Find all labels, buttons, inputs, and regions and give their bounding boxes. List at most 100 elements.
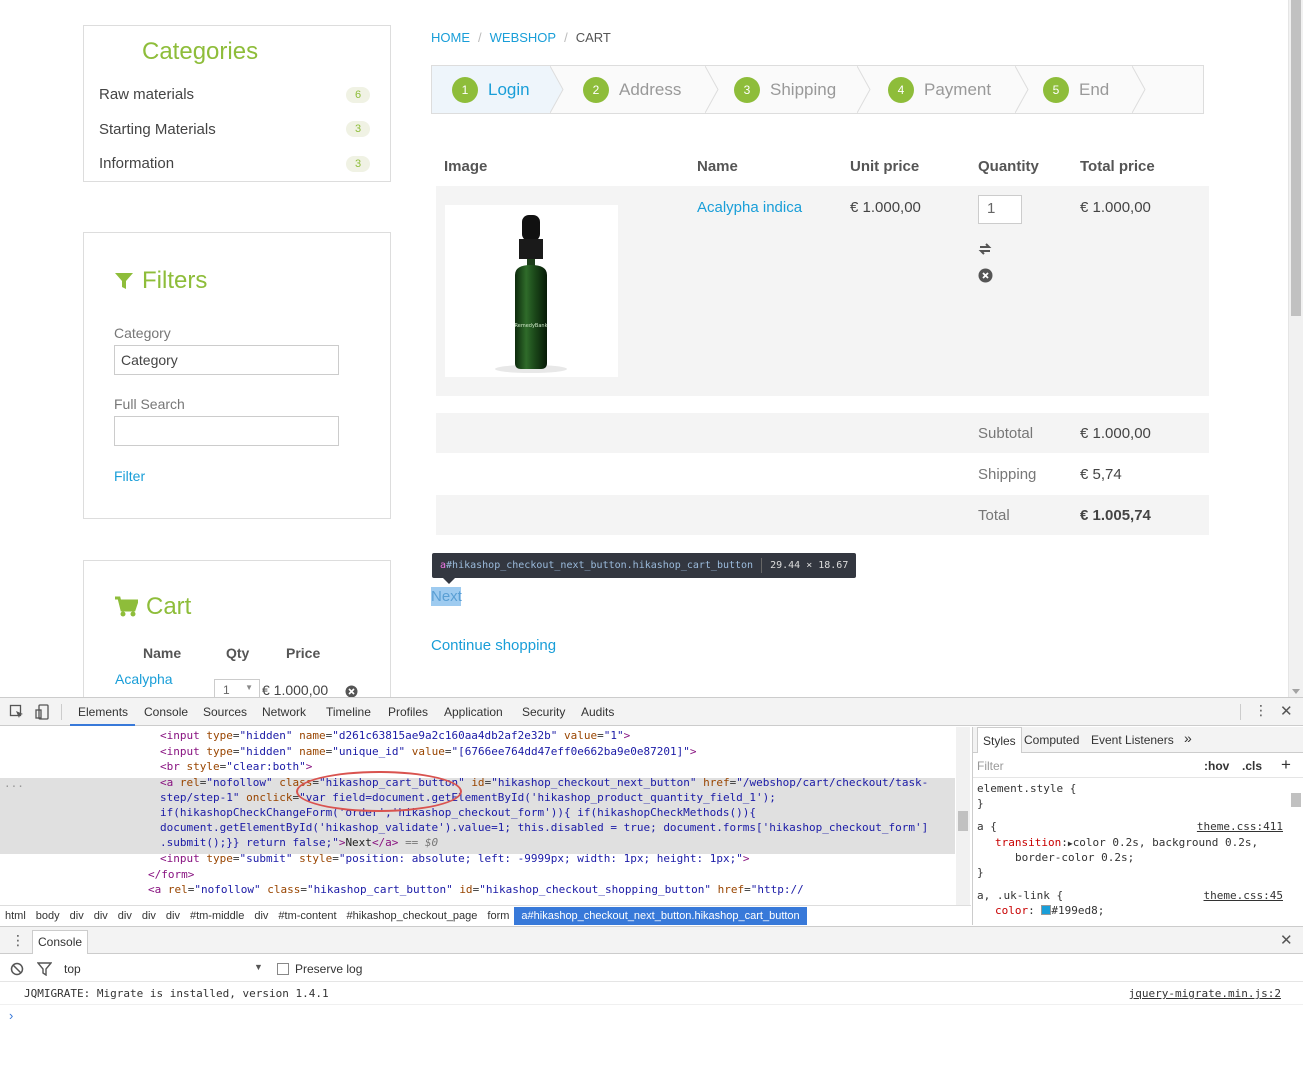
context-dropdown-icon[interactable]: ▼: [254, 962, 263, 972]
device-toolbar-icon[interactable]: [35, 704, 51, 720]
cart-item-name[interactable]: Acalypha: [115, 671, 173, 687]
preserve-log-label: Preserve log: [295, 962, 363, 976]
category-information[interactable]: Information: [99, 155, 174, 172]
console-prompt-icon[interactable]: ›: [9, 1008, 13, 1023]
more-tabs-icon[interactable]: »: [1184, 730, 1192, 746]
scrollbar-thumb[interactable]: [958, 811, 968, 831]
code-line-input-hidden[interactable]: <input type="hidden" name="d261c63815ae9…: [160, 729, 630, 742]
cart-item-qty-select[interactable]: 1 ▼: [214, 679, 260, 697]
crumb-checkout-page[interactable]: #hikashop_checkout_page: [342, 910, 483, 922]
step-address[interactable]: 2 Address: [583, 66, 681, 113]
console-drawer-tab[interactable]: Console: [32, 930, 89, 954]
breadcrumb-home[interactable]: HOME: [431, 30, 470, 45]
scrollbar-thumb[interactable]: [1291, 793, 1301, 807]
tab-audits[interactable]: Audits: [581, 705, 614, 719]
step-number: 4: [888, 76, 914, 103]
scroll-down-arrow-icon[interactable]: [1292, 689, 1300, 694]
active-tab-indicator: [70, 724, 135, 726]
clear-console-icon[interactable]: [10, 962, 24, 976]
code-line-onclick-4[interactable]: .submit();}} return false;">Next</a> == …: [160, 836, 438, 849]
continue-shopping-link[interactable]: Continue shopping: [431, 637, 556, 654]
add-rule-icon[interactable]: +: [1281, 755, 1291, 775]
styles-scrollbar[interactable]: [1291, 783, 1301, 923]
crumb-tm-middle[interactable]: #tm-middle: [185, 910, 249, 922]
filter-funnel-icon[interactable]: [37, 962, 52, 976]
crumb-div[interactable]: div: [161, 910, 185, 922]
full-search-input[interactable]: [114, 416, 339, 446]
elements-tree[interactable]: ··· <input type="hidden" name="d261c6381…: [0, 727, 971, 905]
elements-scrollbar[interactable]: [956, 727, 970, 905]
product-image[interactable]: RemedyBank: [445, 205, 618, 377]
tab-console[interactable]: Console: [144, 705, 188, 719]
crumb-div[interactable]: div: [89, 910, 113, 922]
transition-declaration[interactable]: transition:▶color 0.2s, background 0.2s,: [995, 836, 1258, 849]
tab-styles[interactable]: Styles: [977, 727, 1022, 753]
tab-event-listeners[interactable]: Event Listeners: [1091, 733, 1174, 747]
close-devtools-icon[interactable]: ✕: [1280, 702, 1293, 720]
preserve-log-checkbox[interactable]: [277, 963, 289, 975]
cls-toggle[interactable]: .cls: [1242, 759, 1262, 773]
theme-css-411-link[interactable]: theme.css:411: [1197, 820, 1283, 833]
step-end[interactable]: 5 End: [1043, 66, 1109, 113]
product-name-link[interactable]: Acalypha indica: [697, 199, 802, 216]
crumb-div[interactable]: div: [249, 910, 273, 922]
page-scrollbar[interactable]: [1288, 0, 1303, 697]
remove-icon[interactable]: [345, 685, 358, 697]
code-line-input-unique-id[interactable]: <input type="hidden" name="unique_id" va…: [160, 745, 697, 758]
tab-sources[interactable]: Sources: [203, 705, 247, 719]
category-filter-select[interactable]: Category: [114, 345, 339, 375]
crumb-div[interactable]: div: [65, 910, 89, 922]
scrollbar-thumb[interactable]: [1291, 0, 1301, 316]
tab-elements[interactable]: Elements: [78, 705, 128, 719]
code-line-br[interactable]: <br style="clear:both">: [160, 760, 312, 773]
category-starting-materials[interactable]: Starting Materials: [99, 121, 216, 138]
color-declaration[interactable]: color: #199ed8;: [995, 904, 1104, 917]
tab-timeline[interactable]: Timeline: [326, 705, 371, 719]
theme-css-45-link[interactable]: theme.css:45: [1204, 889, 1283, 902]
styles-filter-input[interactable]: Filter: [977, 759, 1004, 773]
crumb-form[interactable]: form: [482, 910, 514, 922]
code-line-selected-a[interactable]: <a rel="nofollow" class="hikashop_cart_b…: [160, 776, 928, 789]
crumb-body[interactable]: body: [31, 910, 65, 922]
filter-link[interactable]: Filter: [114, 468, 145, 484]
code-line-onclick-3[interactable]: document.getElementById('hikashop_valida…: [160, 821, 928, 834]
code-line-onclick-2[interactable]: if(hikashopCheckChangeForm('order','hika…: [160, 806, 756, 819]
quantity-input[interactable]: 1: [978, 195, 1022, 224]
code-line-onclick-1[interactable]: step/step-1" onclick="var field=document…: [160, 791, 776, 804]
breadcrumb-webshop[interactable]: WEBSHOP: [490, 30, 556, 45]
code-line-input-submit[interactable]: <input type="submit" style="position: ab…: [160, 852, 749, 865]
close-drawer-icon[interactable]: ✕: [1280, 931, 1293, 949]
element-style-rule[interactable]: element.style {: [977, 782, 1076, 795]
tab-network[interactable]: Network: [262, 705, 306, 719]
context-select[interactable]: top: [64, 962, 81, 976]
toolbar-divider: [1240, 704, 1241, 720]
tab-computed[interactable]: Computed: [1024, 733, 1079, 747]
drawer-menu-icon[interactable]: ⋮: [11, 932, 25, 949]
a-rule-selector[interactable]: a {: [977, 820, 997, 833]
node-ellipsis[interactable]: ···: [4, 780, 24, 793]
crumb-div[interactable]: div: [137, 910, 161, 922]
tab-security[interactable]: Security: [522, 705, 565, 719]
step-login[interactable]: 1 Login: [452, 66, 530, 113]
next-button[interactable]: Next: [431, 587, 462, 606]
tab-profiles[interactable]: Profiles: [388, 705, 428, 719]
crumb-selected-anchor[interactable]: a#hikashop_checkout_next_button.hikashop…: [514, 906, 807, 925]
crumb-tm-content[interactable]: #tm-content: [273, 910, 341, 922]
category-raw-materials[interactable]: Raw materials: [99, 86, 194, 103]
step-payment[interactable]: 4 Payment: [888, 66, 991, 113]
code-line-form-close[interactable]: </form>: [148, 868, 194, 881]
subtotal-value: € 1.000,00: [1080, 425, 1151, 442]
remove-item-icon[interactable]: [978, 268, 993, 283]
more-options-icon[interactable]: ⋮: [1254, 702, 1268, 719]
hov-toggle[interactable]: :hov: [1204, 759, 1229, 773]
color-swatch[interactable]: [1041, 905, 1052, 915]
crumb-div[interactable]: div: [113, 910, 137, 922]
crumb-html[interactable]: html: [0, 910, 31, 922]
code-line-shopping-a[interactable]: <a rel="nofollow" class="hikashop_cart_b…: [148, 883, 804, 896]
console-source-link[interactable]: jquery-migrate.min.js:2: [1129, 987, 1281, 1000]
link-rule-selector[interactable]: a, .uk-link {: [977, 889, 1063, 902]
tab-application[interactable]: Application: [444, 705, 503, 719]
step-shipping[interactable]: 3 Shipping: [734, 66, 836, 113]
refresh-icon[interactable]: [978, 242, 992, 256]
inspect-element-icon[interactable]: [9, 704, 25, 720]
